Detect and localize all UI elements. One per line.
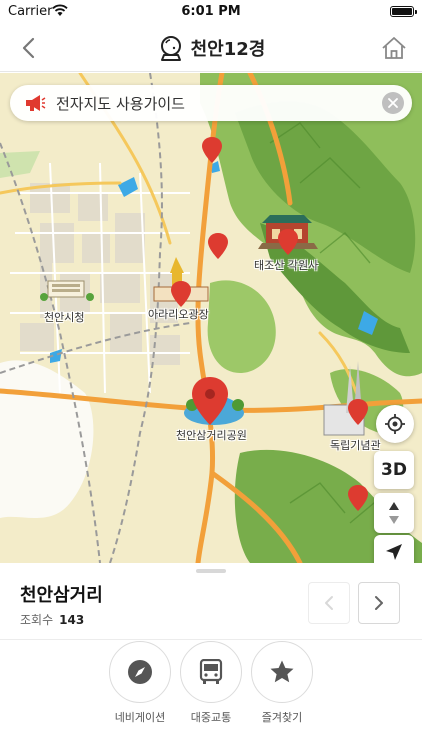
transit-label: 대중교통: [190, 711, 232, 724]
tilt-icon: [389, 502, 399, 524]
navigation-label: 네비게이션: [114, 711, 166, 724]
label-arario-plaza[interactable]: 아라리오광장: [148, 306, 209, 322]
sheet-handle[interactable]: [196, 569, 226, 573]
label-taejosan[interactable]: 태조산 각원사: [254, 257, 318, 273]
label-samgeori-park[interactable]: 천안삼거리공원: [176, 427, 247, 443]
navigation-action[interactable]: 네비게이션: [108, 641, 172, 725]
transit-action[interactable]: 대중교통: [179, 641, 243, 725]
label-city-hall[interactable]: 천안시청: [44, 309, 84, 325]
place-name: 천안삼거리: [20, 585, 103, 606]
map-view[interactable]: 전자지도 사용가이드 천안시청 아라리오광장 태조산 각원사 천안삼거리공원 독…: [0, 73, 422, 563]
compass-button[interactable]: [374, 535, 414, 563]
page-title: 천안12경: [190, 39, 266, 60]
title-group: 천안12경: [0, 32, 422, 64]
views-label: 조회수: [20, 613, 54, 627]
compass-icon: [128, 660, 152, 684]
next-place-button[interactable]: [358, 582, 400, 624]
nav-bar: 천안12경: [0, 24, 422, 72]
status-time: 6:01 PM: [181, 4, 241, 19]
close-icon: [388, 98, 398, 108]
bus-icon: [199, 659, 223, 684]
star-icon: [270, 660, 294, 683]
home-button[interactable]: [376, 30, 412, 66]
chevron-left-icon: [325, 596, 333, 610]
navigation-arrow-icon: [386, 544, 402, 560]
chevron-right-icon: [375, 596, 383, 610]
guide-banner-text: 전자지도 사용가이드: [56, 94, 185, 113]
tilt-button[interactable]: [374, 493, 414, 533]
battery-icon: [390, 6, 417, 17]
prev-place-button[interactable]: [308, 582, 350, 624]
guide-banner[interactable]: 전자지도 사용가이드: [10, 85, 412, 121]
favorites-button[interactable]: [251, 641, 313, 703]
views-count: 143: [59, 613, 85, 627]
three-d-button[interactable]: 3D: [374, 451, 414, 489]
status-bar: Carrier 6:01 PM: [0, 0, 422, 24]
locate-button[interactable]: [376, 405, 414, 443]
navigation-button[interactable]: [109, 641, 171, 703]
megaphone-icon: [26, 95, 46, 111]
favorites-action[interactable]: 즐겨찾기: [250, 641, 314, 725]
crystal-ball-icon: [160, 36, 181, 61]
place-sheet: 천안삼거리 조회수 143 네비게이션 대중교통 즐겨찾기: [0, 563, 422, 750]
transit-button[interactable]: [180, 641, 242, 703]
label-independence-hall[interactable]: 독립기념관: [330, 437, 381, 453]
home-icon: [382, 37, 406, 59]
guide-close-button[interactable]: [382, 92, 404, 114]
sheet-divider: [0, 639, 422, 640]
views-row: 조회수 143: [20, 611, 84, 628]
favorites-label: 즐겨찾기: [261, 711, 303, 724]
locate-icon: [385, 414, 405, 434]
